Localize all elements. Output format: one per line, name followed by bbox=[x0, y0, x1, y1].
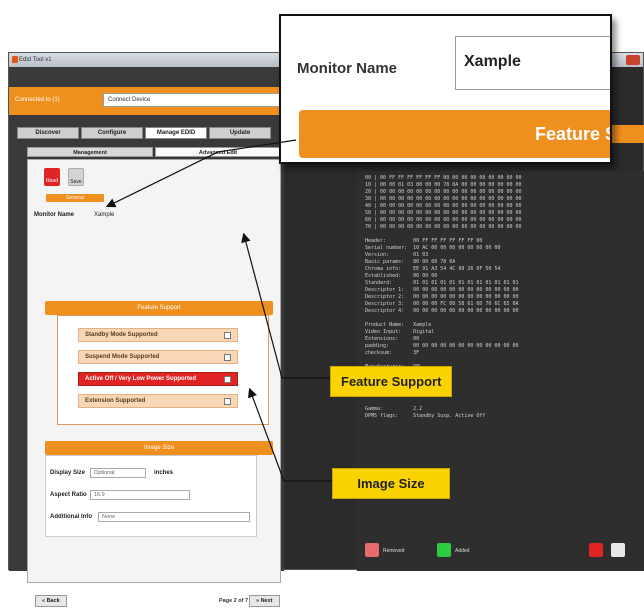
feature-support-callout: Feature Support bbox=[330, 366, 453, 397]
back-button[interactable]: « Back bbox=[35, 595, 67, 607]
next-button[interactable]: » Next bbox=[249, 595, 280, 607]
annotation-arrows bbox=[105, 139, 332, 482]
image-size-callout: Image Size bbox=[332, 468, 450, 499]
footer-bar: « Back Page 2 of 7 » Next bbox=[27, 595, 281, 609]
page-indicator: Page 2 of 7 bbox=[219, 598, 249, 604]
